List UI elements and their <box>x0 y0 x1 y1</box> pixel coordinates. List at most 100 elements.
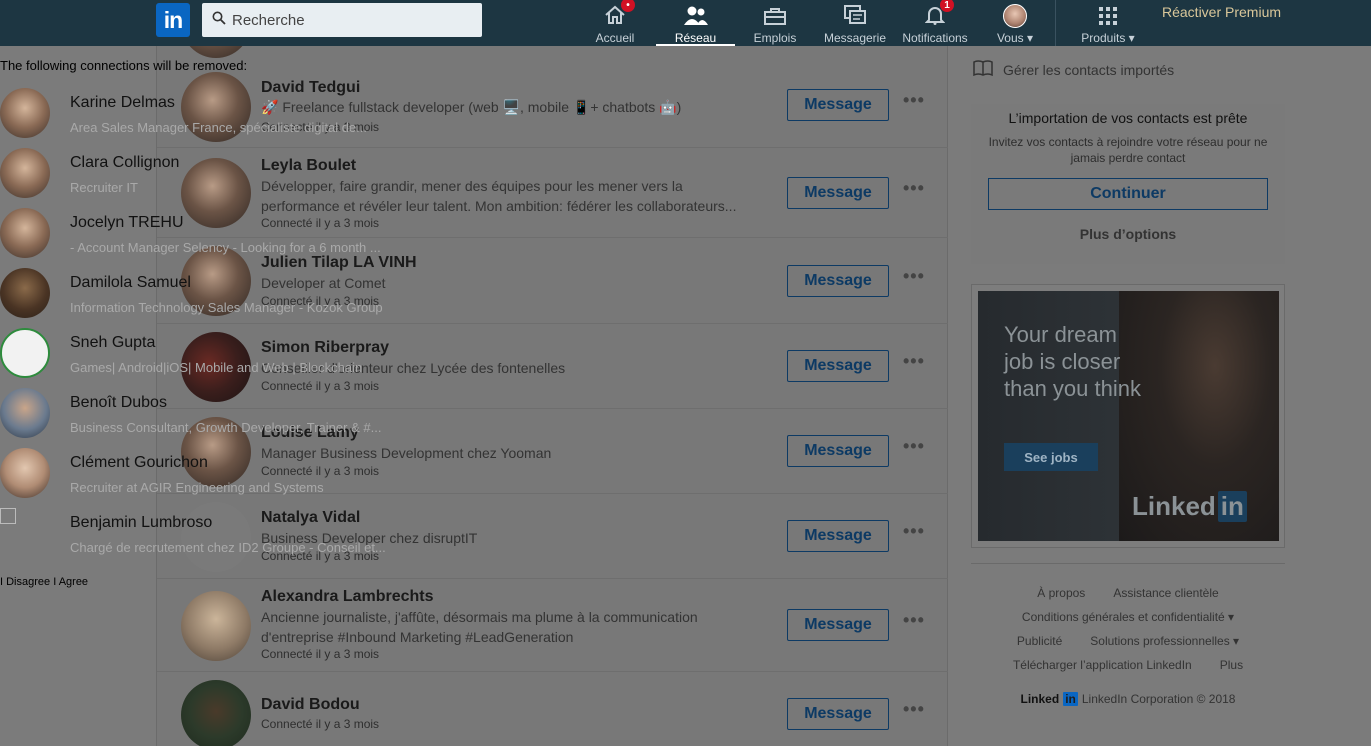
message-button[interactable]: Message <box>787 265 889 297</box>
nav-jobs[interactable]: Emplois <box>745 0 805 46</box>
overlay-person-name: Benjamin Lumbroso <box>70 514 213 531</box>
linkedin-logo[interactable]: in <box>156 3 190 37</box>
avatar <box>0 328 50 378</box>
terms-link[interactable]: Conditions générales et confidentialité … <box>1022 610 1234 634</box>
nav-messaging-label: Messagerie <box>823 31 887 45</box>
nav-notifications-label: Notifications <box>902 31 968 45</box>
more-options-icon[interactable]: ••• <box>903 521 925 542</box>
nav-messaging[interactable]: Messagerie <box>818 0 892 46</box>
list-item: Clément Gourichon Recruiter at AGIR Engi… <box>0 448 420 508</box>
overlay-person-name: Benoît Dubos <box>70 394 167 411</box>
message-button[interactable]: Message <box>787 350 889 382</box>
message-button[interactable]: Message <box>787 177 889 209</box>
top-navigation: in • Accueil Réseau Emplois Messagerie 1… <box>0 0 1371 46</box>
connection-date: Connecté il y a 3 mois <box>261 717 380 731</box>
list-item: Benjamin Lumbroso Chargé de recrutement … <box>0 508 420 568</box>
ad-headline: Your dream job is closer than you think <box>1004 322 1141 401</box>
overlay-person-headline: Chargé de recrutement chez ID2 Groupe - … <box>70 540 386 555</box>
avatar <box>0 148 50 198</box>
avatar[interactable] <box>181 680 251 746</box>
more-options-icon[interactable]: ••• <box>903 178 925 199</box>
more-options-icon[interactable]: ••• <box>903 436 925 457</box>
copyright: Linked in LinkedIn Corporation © 2018 <box>971 692 1285 706</box>
ad-image: Your dream job is closer than you think … <box>978 291 1279 541</box>
business-solutions-link[interactable]: Solutions professionnelles ▾ <box>1090 634 1239 658</box>
connection-name[interactable]: David Bodou <box>261 696 360 714</box>
nav-home[interactable]: • Accueil <box>590 0 640 46</box>
ad-logo-in: in <box>1217 491 1247 522</box>
overlay-person-headline: Recruiter IT <box>70 180 138 195</box>
search-box[interactable] <box>202 3 482 37</box>
list-item: Karine Delmas Area Sales Manager France,… <box>0 88 420 148</box>
ad-logo-text: Linked <box>1132 491 1216 521</box>
nav-notifications[interactable]: 1 Notifications <box>897 0 973 46</box>
manage-imported-contacts-link[interactable]: Gérer les contacts importés <box>973 60 1174 79</box>
overlay-person-headline: - Account Manager Selency - Looking for … <box>70 240 381 255</box>
see-jobs-button[interactable]: See jobs <box>1004 443 1098 471</box>
broken-image-icon <box>0 508 16 524</box>
download-app-link[interactable]: Télécharger l’application LinkedIn <box>1013 658 1192 682</box>
list-item: Clara Collignon Recruiter IT <box>0 148 420 208</box>
footer-links: À propos Assistance clientèle Conditions … <box>971 586 1285 682</box>
briefcase-icon <box>764 7 786 28</box>
more-link[interactable]: Plus <box>1220 658 1243 682</box>
nav-me-label: Vous ▾ <box>996 31 1034 45</box>
advertising-link[interactable]: Publicité <box>1017 634 1062 658</box>
list-item: Jocelyn TREHU - Account Manager Selency … <box>0 208 420 268</box>
avatar <box>0 388 50 438</box>
ad-linkedin-logo: Linked in <box>1132 491 1247 522</box>
message-button[interactable]: Message <box>787 520 889 552</box>
nav-products-label: Produits ▾ <box>1081 31 1135 45</box>
removal-overlay: The following connections will be remove… <box>0 46 420 606</box>
list-item: Damilola Samuel Information Technology S… <box>0 268 420 328</box>
more-options-icon[interactable]: ••• <box>903 90 925 111</box>
profile-avatar <box>1003 4 1027 28</box>
more-options-icon[interactable]: ••• <box>903 351 925 372</box>
overlay-person-name: Jocelyn TREHU <box>70 214 184 231</box>
nav-me[interactable]: Vous ▾ <box>990 0 1040 46</box>
search-input[interactable] <box>232 11 472 29</box>
message-button[interactable]: Message <box>787 609 889 641</box>
nav-divider <box>1055 0 1056 46</box>
message-button[interactable]: Message <box>787 435 889 467</box>
continue-button[interactable]: Continuer <box>988 178 1268 210</box>
message-button[interactable]: Message <box>787 89 889 121</box>
job-ad[interactable]: Your dream job is closer than you think … <box>971 284 1285 548</box>
copyright-text: LinkedIn Corporation © 2018 <box>1081 692 1236 706</box>
overlay-person-name: Karine Delmas <box>70 94 175 111</box>
avatar <box>0 268 50 318</box>
more-options-link[interactable]: Plus d’options <box>971 226 1285 242</box>
right-rail: Gérer les contacts importés L’importatio… <box>949 46 1371 746</box>
list-item: Sneh Gupta Games| Android|iOS| Mobile an… <box>0 328 420 388</box>
overlay-person-name: Clara Collignon <box>70 154 180 171</box>
list-item: Benoît Dubos Business Consultant, Growth… <box>0 388 420 448</box>
grid-icon <box>1099 7 1117 28</box>
more-options-icon[interactable]: ••• <box>903 610 925 631</box>
support-link[interactable]: Assistance clientèle <box>1113 586 1218 610</box>
more-options-icon[interactable]: ••• <box>903 699 925 720</box>
import-title: L’importation de vos contacts est prête <box>1008 110 1248 126</box>
import-card: L’importation de vos contacts est prête … <box>971 104 1285 264</box>
message-button[interactable]: Message <box>787 698 889 730</box>
about-link[interactable]: À propos <box>1037 586 1085 610</box>
more-options-icon[interactable]: ••• <box>903 266 925 287</box>
nav-products[interactable]: Produits ▾ <box>1075 0 1141 46</box>
notifications-badge: 1 <box>940 0 954 12</box>
overlay-title: The following connections will be remove… <box>0 58 248 73</box>
connection-headline: Ancienne journaliste, j'affûte, désormai… <box>261 609 698 645</box>
overlay-person-headline: Games| Android|iOS| Mobile and Web | Blo… <box>70 360 363 375</box>
overlay-person-headline: Area Sales Manager France, spécialiste d… <box>70 120 367 135</box>
disagree-agree-links[interactable]: I Disagree I Agree <box>0 576 88 588</box>
search-icon <box>212 11 226 30</box>
overlay-person-name: Sneh Gupta <box>70 334 156 351</box>
nav-jobs-label: Emplois <box>753 31 797 45</box>
overlay-person-headline: Recruiter at AGIR Engineering and System… <box>70 480 324 495</box>
home-badge: • <box>621 0 635 12</box>
nav-network-label: Réseau <box>674 31 717 45</box>
avatar <box>0 448 50 498</box>
overlay-person-headline: Information Technology Sales Manager - K… <box>70 300 383 315</box>
right-divider <box>971 563 1285 564</box>
reactivate-premium-link[interactable]: Réactiver Premium <box>1162 4 1281 20</box>
import-description: Invitez vos contacts à rejoindre votre r… <box>988 135 1268 165</box>
nav-network[interactable]: Réseau <box>656 0 735 46</box>
